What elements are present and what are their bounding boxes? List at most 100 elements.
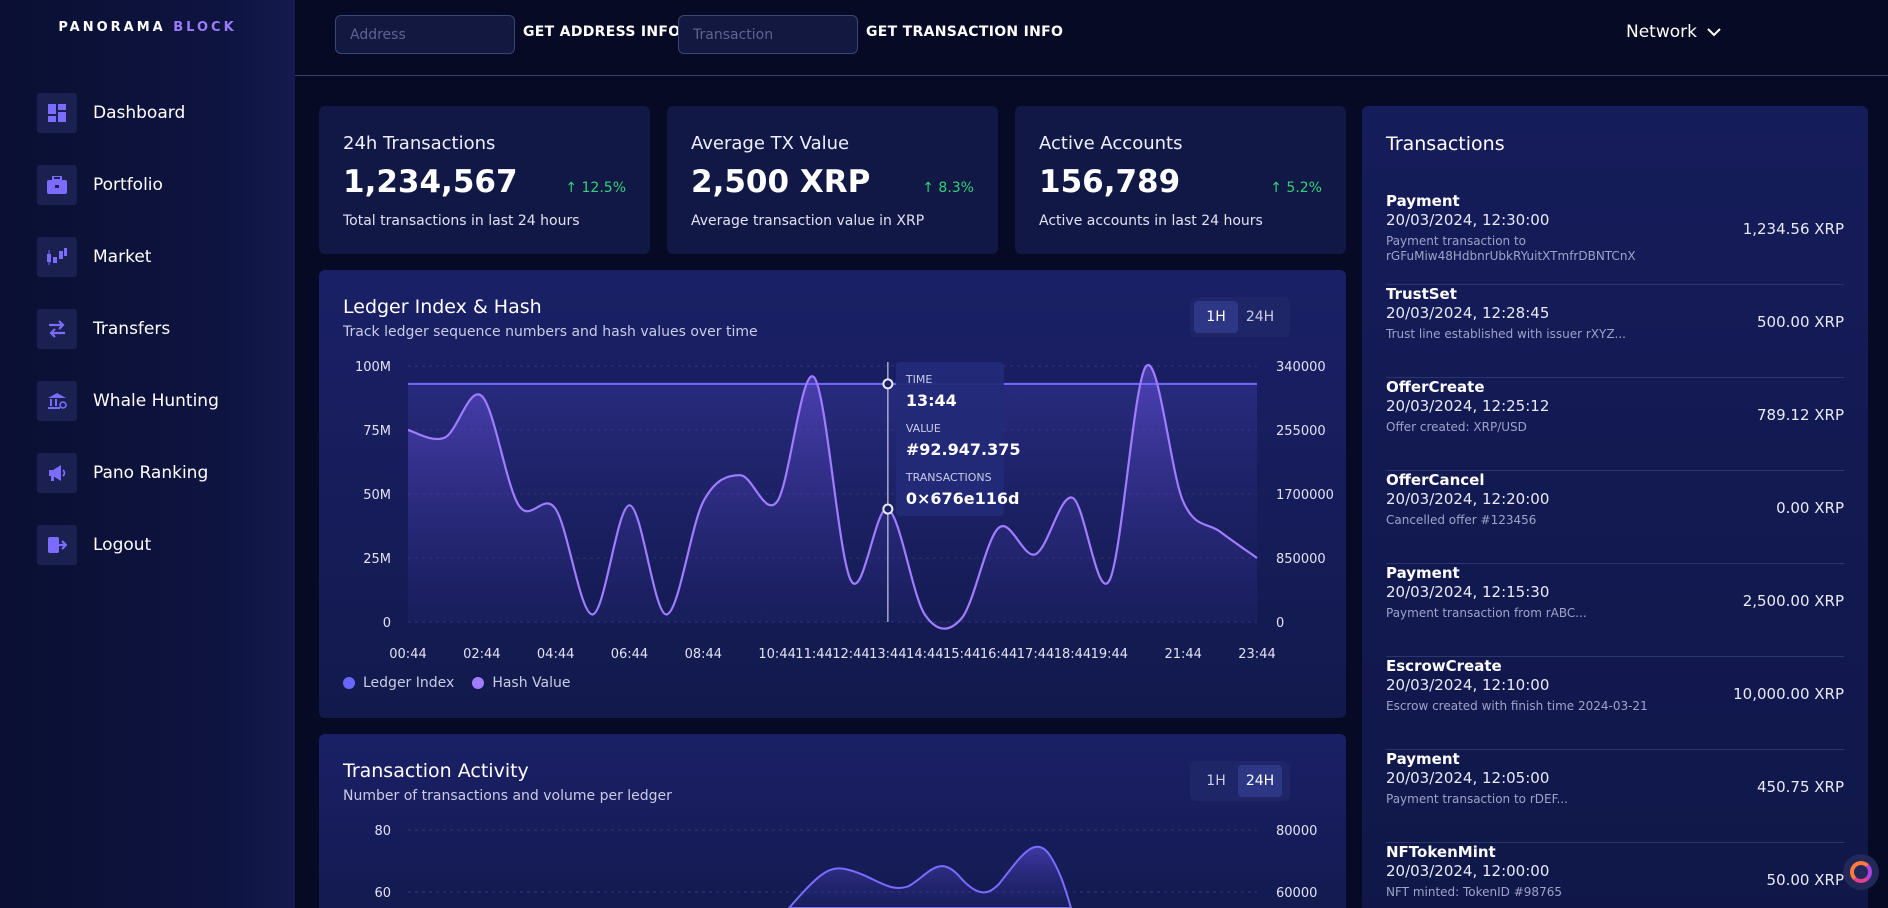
sidebar-item-dashboard[interactable]: Dashboard (37, 93, 185, 133)
transaction-row[interactable]: Payment 20/03/2024, 12:15:30 Payment trans… (1386, 564, 1844, 657)
sidebar-item-logout[interactable]: Logout (37, 525, 151, 565)
stat-card-active-accounts: Active Accounts 156,789 ↑ 5.2% Active ac… (1015, 106, 1346, 254)
transaction-time: 20/03/2024, 12:30:00 (1386, 211, 1550, 229)
get-transaction-info-button[interactable]: GET TRANSACTION INFO (866, 24, 1063, 40)
x-tick-label: 19:44 (1091, 647, 1128, 662)
logout-icon (37, 525, 77, 565)
tooltip-value: 13:44 (906, 391, 957, 410)
legend-item-hash-value[interactable]: Hash Value (472, 675, 570, 691)
transaction-description: Escrow created with finish time 2024-03-… (1386, 699, 1648, 713)
transaction-row[interactable]: OfferCreate 20/03/2024, 12:25:12 Offer cre… (1386, 378, 1844, 471)
transaction-time: 20/03/2024, 12:15:30 (1386, 583, 1550, 601)
logo-text-main: PANORAMA (58, 20, 166, 35)
logo-text-accent: BLOCK (173, 20, 237, 35)
stat-desc: Active accounts in last 24 hours (1039, 213, 1263, 229)
transaction-amount: 500.00 XRP (1757, 313, 1844, 331)
x-tick-label: 16:44 (980, 647, 1017, 662)
sidebar-item-pano-ranking[interactable]: Pano Ranking (37, 453, 208, 493)
stat-change: ↑ 5.2% (1270, 180, 1322, 196)
y-left-tick-label: 75M (363, 424, 391, 439)
transaction-row[interactable]: NFTokenMint 20/03/2024, 12:00:00 NFT minte… (1386, 843, 1844, 908)
sidebar-item-label: Portfolio (93, 175, 163, 195)
x-tick-label: 21:44 (1164, 647, 1201, 662)
dashboard-icon (37, 93, 77, 133)
chart-tooltip: TIME 13:44 VALUE #92.947.375 TRANSACTIONS 0×6… (895, 362, 1021, 516)
tooltip-value: 0×676e116d (906, 489, 1020, 508)
sidebar-item-whale-hunting[interactable]: Whale Hunting (37, 381, 219, 421)
transaction-type: Payment (1386, 564, 1460, 582)
transaction-amount: 1,234.56 XRP (1742, 220, 1844, 238)
x-tick-label: 00:44 (389, 647, 426, 662)
sidebar-item-portfolio[interactable]: Portfolio (37, 165, 163, 205)
transaction-type: Payment (1386, 192, 1460, 210)
stat-card-avg-tx: Average TX Value 2,500 XRP ↑ 8.3% Averag… (667, 106, 998, 254)
x-tick-label: 23:44 (1238, 647, 1275, 662)
transaction-type: TrustSet (1386, 285, 1457, 303)
y-right-tick-label: 850000 (1276, 552, 1326, 567)
stat-desc: Total transactions in last 24 hours (343, 213, 580, 229)
transaction-row[interactable]: TrustSet 20/03/2024, 12:28:45 Trust line e… (1386, 285, 1844, 378)
x-tick-label: 18:44 (1054, 647, 1091, 662)
y-left-tick-label: 60 (374, 886, 391, 901)
sidebar-item-label: Dashboard (93, 103, 186, 123)
address-input[interactable] (335, 15, 515, 54)
ledger-chart-panel: Ledger Index & Hash Track ledger sequenc… (319, 270, 1346, 718)
y-right-tick-label: 340000 (1276, 360, 1326, 375)
activity-chart: 80 80000 60 60000 (374, 824, 1317, 908)
transaction-description: NFT minted: TokenID #98765 (1386, 885, 1562, 899)
x-tick-label: 17:44 (1017, 647, 1054, 662)
y-left-tick-label: 25M (363, 552, 391, 567)
transaction-amount: 2,500.00 XRP (1742, 592, 1844, 610)
sidebar: PANORAMA BLOCK Dashboard Portfolio Marke… (0, 0, 295, 908)
sidebar-item-transfers[interactable]: Transfers (37, 309, 170, 349)
transaction-time: 20/03/2024, 12:28:45 (1386, 304, 1550, 322)
stat-title: Active Accounts (1039, 133, 1183, 154)
transaction-type: OfferCreate (1386, 378, 1485, 396)
bank-icon (37, 381, 77, 421)
y-left-tick-label: 0 (383, 616, 391, 631)
y-right-tick-label: 80000 (1276, 824, 1317, 839)
transaction-row[interactable]: Payment 20/03/2024, 12:30:00 Payment trans… (1386, 192, 1844, 285)
transfer-arrows-icon (37, 309, 77, 349)
support-button[interactable] (1843, 854, 1879, 890)
transaction-type: NFTokenMint (1386, 843, 1496, 861)
transactions-panel: Transactions Payment 20/03/2024, 12:30:00… (1362, 106, 1868, 908)
sidebar-item-market[interactable]: Market (37, 237, 151, 277)
briefcase-icon (37, 165, 77, 205)
network-dropdown[interactable]: Network (1626, 22, 1721, 42)
sidebar-item-label: Pano Ranking (93, 463, 209, 483)
tooltip-label: VALUE (906, 422, 941, 435)
activity-chart-panel: Transaction Activity Number of transacti… (319, 734, 1346, 908)
transaction-amount: 10,000.00 XRP (1733, 685, 1844, 703)
sidebar-item-label: Transfers (93, 319, 171, 339)
transaction-description: Cancelled offer #123456 (1386, 513, 1537, 527)
sidebar-item-label: Logout (93, 535, 152, 555)
legend-dot (343, 677, 355, 689)
stat-card-transactions: 24h Transactions 1,234,567 ↑ 12.5% Total… (319, 106, 650, 254)
stat-desc: Average transaction value in XRP (691, 213, 925, 229)
hover-point-hash-value (882, 503, 894, 515)
transaction-time: 20/03/2024, 12:10:00 (1386, 676, 1550, 694)
arrow-up-icon: ↑ (565, 180, 582, 196)
y-right-tick-label: 0 (1276, 616, 1284, 631)
transaction-input[interactable] (678, 15, 858, 54)
x-tick-label: 11:44 (795, 647, 832, 662)
get-address-info-button[interactable]: GET ADDRESS INFO (523, 24, 681, 40)
legend-item-ledger-index[interactable]: Ledger Index (343, 675, 454, 691)
chevron-down-icon (1707, 28, 1721, 37)
transaction-amount: 50.00 XRP (1766, 871, 1844, 889)
transaction-type: EscrowCreate (1386, 657, 1502, 675)
tooltip-value: #92.947.375 (906, 440, 1021, 459)
megaphone-icon (37, 453, 77, 493)
x-tick-label: 12:44 (832, 647, 869, 662)
ledger-chart: 0 0 25M 850000 50M 1700000 75M 255000 100M 340000… (355, 360, 1334, 662)
transaction-row[interactable]: OfferCancel 20/03/2024, 12:20:00 Cancelled… (1386, 471, 1844, 564)
hover-point-ledger-index (882, 378, 894, 390)
transaction-row[interactable]: Payment 20/03/2024, 12:05:00 Payment trans… (1386, 750, 1844, 843)
network-label: Network (1626, 22, 1697, 42)
transaction-time: 20/03/2024, 12:00:00 (1386, 862, 1550, 880)
transaction-description: Payment transaction to rGFuMiw48HdbnrUbk… (1386, 234, 1636, 263)
x-tick-label: 10:44 (758, 647, 795, 662)
transaction-type: OfferCancel (1386, 471, 1485, 489)
transaction-row[interactable]: EscrowCreate 20/03/2024, 12:10:00 Escrow c… (1386, 657, 1844, 750)
